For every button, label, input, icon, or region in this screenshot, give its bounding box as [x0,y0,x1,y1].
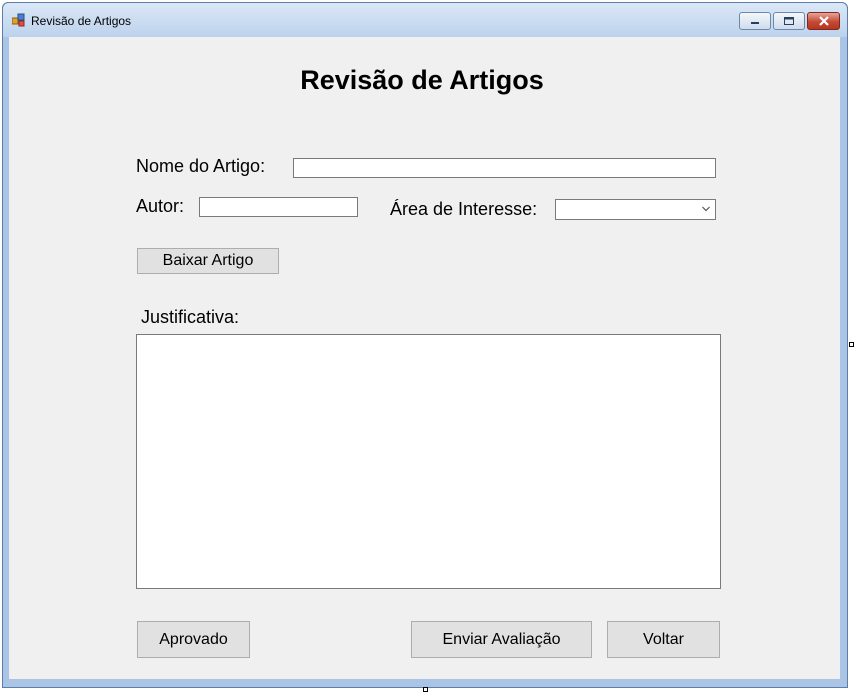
baixar-artigo-button[interactable]: Baixar Artigo [137,248,279,274]
nome-artigo-label: Nome do Artigo: [136,156,266,176]
resize-handle-bottom[interactable] [423,687,428,692]
aprovado-button[interactable]: Aprovado [137,621,250,658]
nome-artigo-input[interactable] [293,158,716,178]
form-client-area: Revisão de Artigos Nome do Artigo: Autor… [9,37,840,679]
window-title: Revisão de Artigos [31,14,132,28]
title-bar[interactable]: Revisão de Artigos [3,3,847,37]
app-icon [12,13,25,27]
close-icon [818,16,829,26]
maximize-icon [784,17,794,25]
close-button[interactable] [807,12,840,30]
enviar-avaliacao-button[interactable]: Enviar Avaliação [411,621,592,658]
page-title: Revisão de Artigos [300,65,544,95]
app-window: Revisão de Artigos Revisão de Artigos No… [2,2,848,688]
resize-handle-right[interactable] [849,342,854,347]
autor-input[interactable] [199,197,358,217]
minimize-icon [751,22,759,24]
chevron-down-icon [702,206,710,212]
voltar-button[interactable]: Voltar [607,621,720,658]
autor-label: Autor: [136,196,185,216]
minimize-button[interactable] [739,12,771,30]
area-interesse-label: Área de Interesse: [390,199,538,219]
area-interesse-select[interactable] [555,199,716,220]
justificativa-label: Justificativa: [141,307,240,327]
justificativa-textarea[interactable] [136,334,721,589]
maximize-button[interactable] [773,12,805,30]
